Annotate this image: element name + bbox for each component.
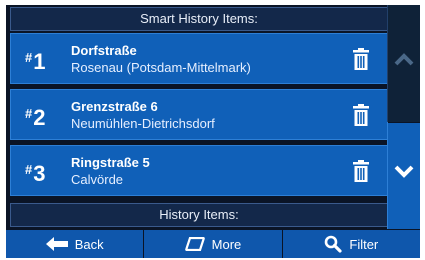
trash-icon[interactable] (349, 159, 373, 183)
history-items-header: History Items: (10, 203, 388, 227)
item-title: Ringstraße 5 (71, 155, 150, 170)
item-subtitle: Calvörde (71, 172, 124, 187)
bottom-toolbar: Back More Filter (6, 230, 420, 258)
item-title: Grenzstraße 6 (71, 99, 158, 114)
more-button[interactable]: More (144, 230, 283, 258)
arrow-left-icon (45, 237, 68, 251)
trash-icon[interactable] (349, 47, 373, 71)
filter-label: Filter (349, 236, 379, 252)
chevron-up-icon (394, 53, 414, 66)
item-rank: #2 (25, 105, 46, 130)
item-subtitle: Neumühlen-Dietrichsdorf (71, 116, 215, 131)
history-item-2[interactable]: #2 Grenzstraße 6 Neumühlen-Dietrichsdorf (10, 89, 388, 140)
history-screen: Smart History Items: #1 Dorfstraße Rosen… (6, 5, 420, 258)
history-item-3[interactable]: #3 Ringstraße 5 Calvörde (10, 145, 388, 196)
scroll-up-button[interactable] (387, 5, 420, 122)
back-button[interactable]: Back (6, 230, 145, 258)
chevron-down-icon (394, 165, 414, 178)
back-label: Back (74, 236, 104, 252)
item-subtitle: Rosenau (Potsdam-Mittelmark) (71, 60, 251, 75)
item-title: Dorfstraße (71, 43, 137, 58)
filter-button[interactable]: Filter (282, 230, 420, 258)
search-icon (325, 235, 342, 253)
item-rank: #3 (25, 161, 46, 186)
history-item-1[interactable]: #1 Dorfstraße Rosenau (Potsdam-Mittelmar… (10, 33, 388, 84)
scroll-down-button[interactable] (387, 123, 420, 229)
more-label: More (211, 236, 242, 252)
smart-history-header: Smart History Items: (10, 7, 388, 31)
trash-icon[interactable] (349, 103, 373, 127)
item-rank: #1 (25, 49, 46, 74)
more-icon (184, 237, 205, 251)
